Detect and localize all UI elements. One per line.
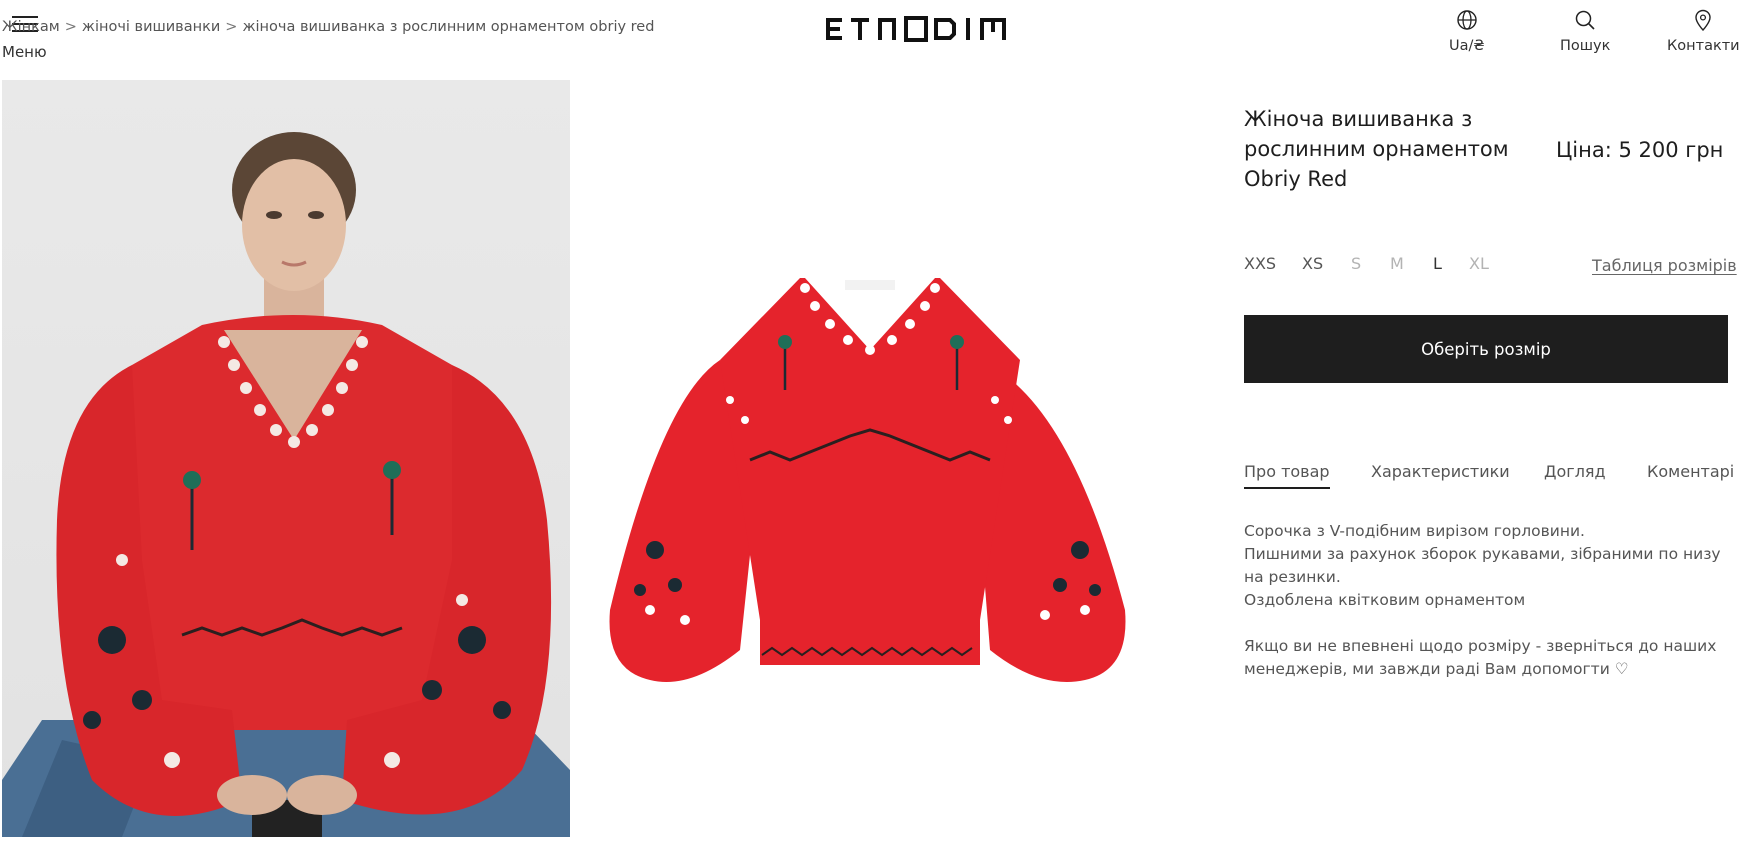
tab-about-product[interactable]: Про товар (1244, 462, 1330, 489)
product-tabs: Про товар Характеристики Догляд Коментар… (1244, 462, 1734, 492)
breadcrumb-item-womens-vyshyvanky[interactable]: жіночі вишиванки (82, 19, 220, 35)
description-line: Пишними за рахунок зборок рукавами, зібр… (1244, 545, 1721, 586)
breadcrumb-item-current: жіноча вишиванка з рослинним орнаментом … (242, 19, 655, 35)
breadcrumb-item-women[interactable]: Жінкам (2, 19, 60, 35)
breadcrumb-separator: > (225, 19, 238, 35)
locale-switcher[interactable]: Ua/₴ (1449, 9, 1485, 54)
tab-care[interactable]: Догляд (1544, 462, 1606, 487)
size-option-xs[interactable]: XS (1302, 254, 1323, 273)
product-price: Ціна: 5 200 грн (1556, 138, 1724, 162)
description-line: Сорочка з V-подібним вирізом горловини. (1244, 522, 1585, 540)
size-option-xl[interactable]: XL (1469, 254, 1489, 273)
menu-label[interactable]: Меню (2, 43, 47, 61)
size-option-m[interactable]: M (1390, 254, 1404, 273)
description-line: Оздоблена квітковим орнаментом (1244, 591, 1526, 609)
size-option-xxs[interactable]: XXS (1244, 254, 1276, 273)
etnodim-logo[interactable] (826, 16, 1018, 44)
search-icon[interactable] (1574, 9, 1596, 31)
size-table-link[interactable]: Таблиця розмірів (1592, 256, 1737, 275)
search-button[interactable]: Пошук (1560, 9, 1610, 54)
product-photo-model[interactable] (2, 80, 570, 837)
tab-comments[interactable]: Коментарі (1647, 462, 1734, 487)
logo-wordmark (826, 16, 1006, 42)
blouse-flatlay-image (609, 278, 1126, 682)
locale-label[interactable]: Ua/₴ (1449, 38, 1485, 54)
product-photo-flatlay[interactable] (590, 80, 1150, 837)
model-wearing-blouse-image (2, 132, 570, 837)
size-help-note: Якщо ви не впевнені щодо розміру - зверн… (1244, 637, 1717, 678)
breadcrumb: Жінкам > жіночі вишиванки > жіноча вишиванка… (2, 19, 654, 35)
product-description: Сорочка з V-подібним вирізом горловини. … (1244, 520, 1738, 681)
breadcrumb-separator: > (64, 19, 77, 35)
product-title: Жіноча вишиванка з рослинним орнаментом … (1244, 107, 1509, 191)
site-header: Меню Жінкам > жіночі вишиванки > жіноча виши… (0, 0, 1739, 80)
globe-icon[interactable] (1456, 9, 1478, 31)
size-option-l[interactable]: L (1433, 254, 1442, 273)
size-option-s[interactable]: S (1351, 254, 1361, 273)
contacts-button[interactable]: Контакти (1667, 9, 1739, 54)
search-label[interactable]: Пошук (1560, 38, 1610, 54)
contacts-label[interactable]: Контакти (1667, 38, 1739, 54)
tab-characteristics[interactable]: Характеристики (1371, 462, 1510, 487)
menu-button[interactable]: Меню (2, 10, 48, 62)
location-pin-icon[interactable] (1692, 9, 1714, 31)
choose-size-button[interactable]: Оберіть розмір (1244, 315, 1728, 383)
